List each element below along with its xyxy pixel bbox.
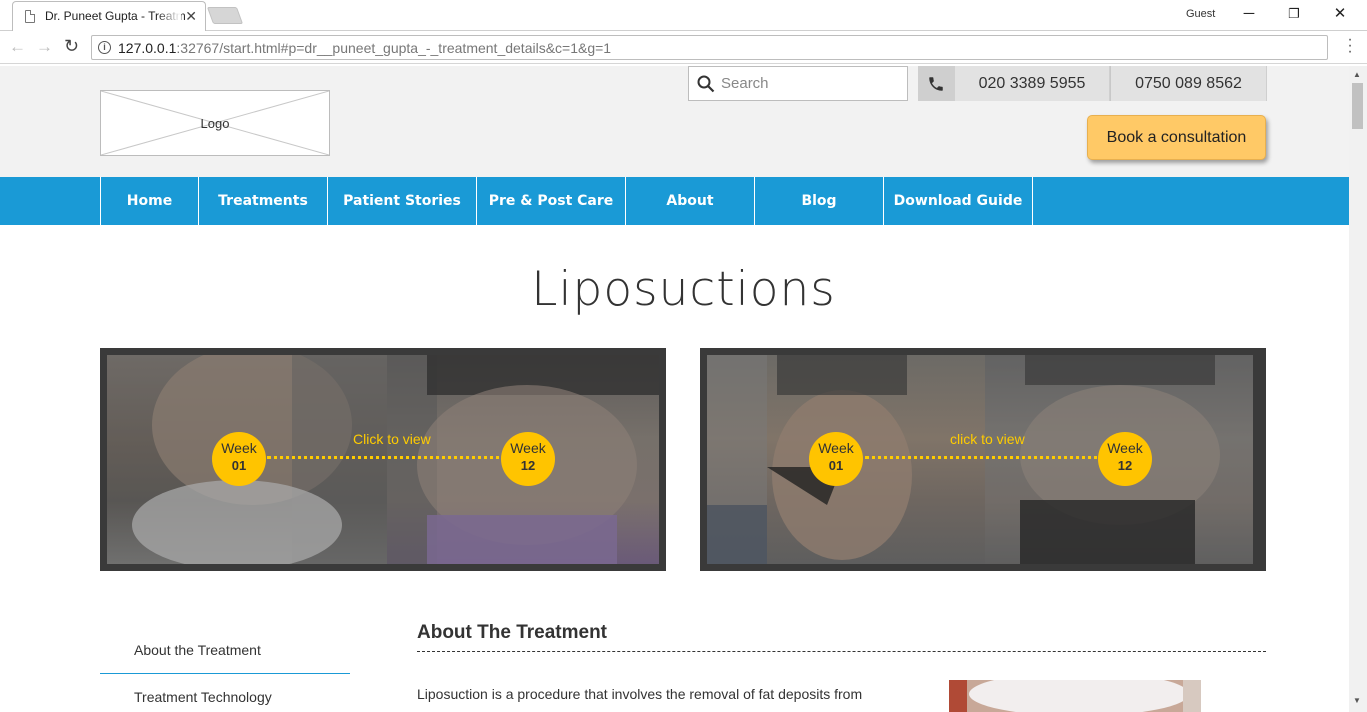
click-to-view-label[interactable]: Click to view (353, 431, 431, 447)
address-bar: ← → ↻ i 127.0.0.1:32767/start.html#p=dr_… (0, 31, 1367, 64)
logo-label: Logo (200, 116, 230, 131)
scroll-down-icon[interactable]: ▼ (1353, 696, 1361, 705)
browser-tab[interactable]: Dr. Puneet Gupta - Treatm ✕ (12, 1, 206, 31)
before-after-card-1[interactable]: Click to view Week 01 Week 12 (100, 348, 666, 571)
week-badge-before: Week 01 (809, 432, 863, 486)
nav-item-home[interactable]: Home (101, 177, 199, 225)
phone-number-1[interactable]: 020 3389 5955 (954, 66, 1110, 101)
nav-item-about[interactable]: About (626, 177, 755, 225)
main-navigation: Home Treatments Patient Stories Pre & Po… (0, 177, 1349, 225)
timeline-connector (865, 456, 1105, 459)
reload-icon[interactable]: ↻ (64, 36, 79, 57)
search-box[interactable] (688, 66, 908, 101)
new-tab-button[interactable] (206, 7, 244, 24)
week-badge-before: Week 01 (212, 432, 266, 486)
nav-item-treatments[interactable]: Treatments (199, 177, 328, 225)
restore-icon[interactable]: ❐ (1283, 4, 1305, 24)
window-close-icon[interactable]: ✕ (1329, 4, 1351, 24)
browser-menu-icon[interactable]: · · · (1345, 32, 1355, 60)
profile-label[interactable]: Guest (1186, 8, 1215, 20)
close-tab-icon[interactable]: ✕ (185, 8, 197, 25)
treatment-side-nav: About the Treatment Treatment Technology (100, 626, 350, 712)
info-icon[interactable]: i (98, 41, 111, 54)
timeline-connector (267, 456, 507, 459)
page-title: Liposuctions (531, 262, 836, 317)
before-after-card-2[interactable]: click to view Week 01 Week 12 (700, 348, 1266, 571)
minimize-icon[interactable]: ─ (1238, 4, 1260, 24)
url-host: 127.0.0.1 (118, 40, 177, 56)
site-header: Logo 020 3389 5955 0750 089 8562 Book a … (0, 66, 1349, 177)
url-input[interactable]: i 127.0.0.1:32767/start.html#p=dr__punee… (91, 35, 1328, 60)
nav-item-patient-stories[interactable]: Patient Stories (328, 177, 477, 225)
click-to-view-label[interactable]: click to view (950, 431, 1025, 447)
treatment-photo (949, 680, 1201, 712)
side-nav-about-treatment[interactable]: About the Treatment (100, 626, 350, 674)
browser-tab-bar: Dr. Puneet Gupta - Treatm ✕ Guest ─ ❐ ✕ (0, 0, 1367, 31)
nav-item-blog[interactable]: Blog (755, 177, 884, 225)
back-icon[interactable]: ← (9, 37, 26, 57)
week-badge-after: Week 12 (1098, 432, 1152, 486)
logo-placeholder[interactable]: Logo (100, 90, 330, 156)
forward-icon[interactable]: → (36, 37, 53, 57)
document-icon (25, 10, 35, 23)
search-input[interactable] (721, 75, 891, 92)
section-paragraph: Liposuction is a procedure that involves… (417, 686, 863, 702)
url-path: :32767/start.html#p=dr__puneet_gupta_-_t… (176, 40, 612, 56)
week-badge-after: Week 12 (501, 432, 555, 486)
nav-item-download-guide[interactable]: Download Guide (884, 177, 1033, 225)
page-scrollbar[interactable]: ▲ ▼ (1349, 66, 1367, 712)
side-nav-treatment-technology[interactable]: Treatment Technology (100, 674, 350, 712)
search-icon (697, 75, 715, 93)
section-heading: About The Treatment (417, 622, 608, 643)
nav-item-pre-post-care[interactable]: Pre & Post Care (477, 177, 626, 225)
phone-number-2[interactable]: 0750 089 8562 (1110, 66, 1267, 101)
page-viewport: Logo 020 3389 5955 0750 089 8562 Book a … (0, 66, 1349, 712)
phone-bar: 020 3389 5955 0750 089 8562 (918, 66, 1267, 101)
book-consultation-button[interactable]: Book a consultation (1087, 115, 1266, 160)
scroll-up-icon[interactable]: ▲ (1353, 70, 1361, 79)
phone-icon (918, 66, 954, 101)
section-divider (417, 651, 1266, 652)
scrollbar-thumb[interactable] (1352, 83, 1363, 129)
